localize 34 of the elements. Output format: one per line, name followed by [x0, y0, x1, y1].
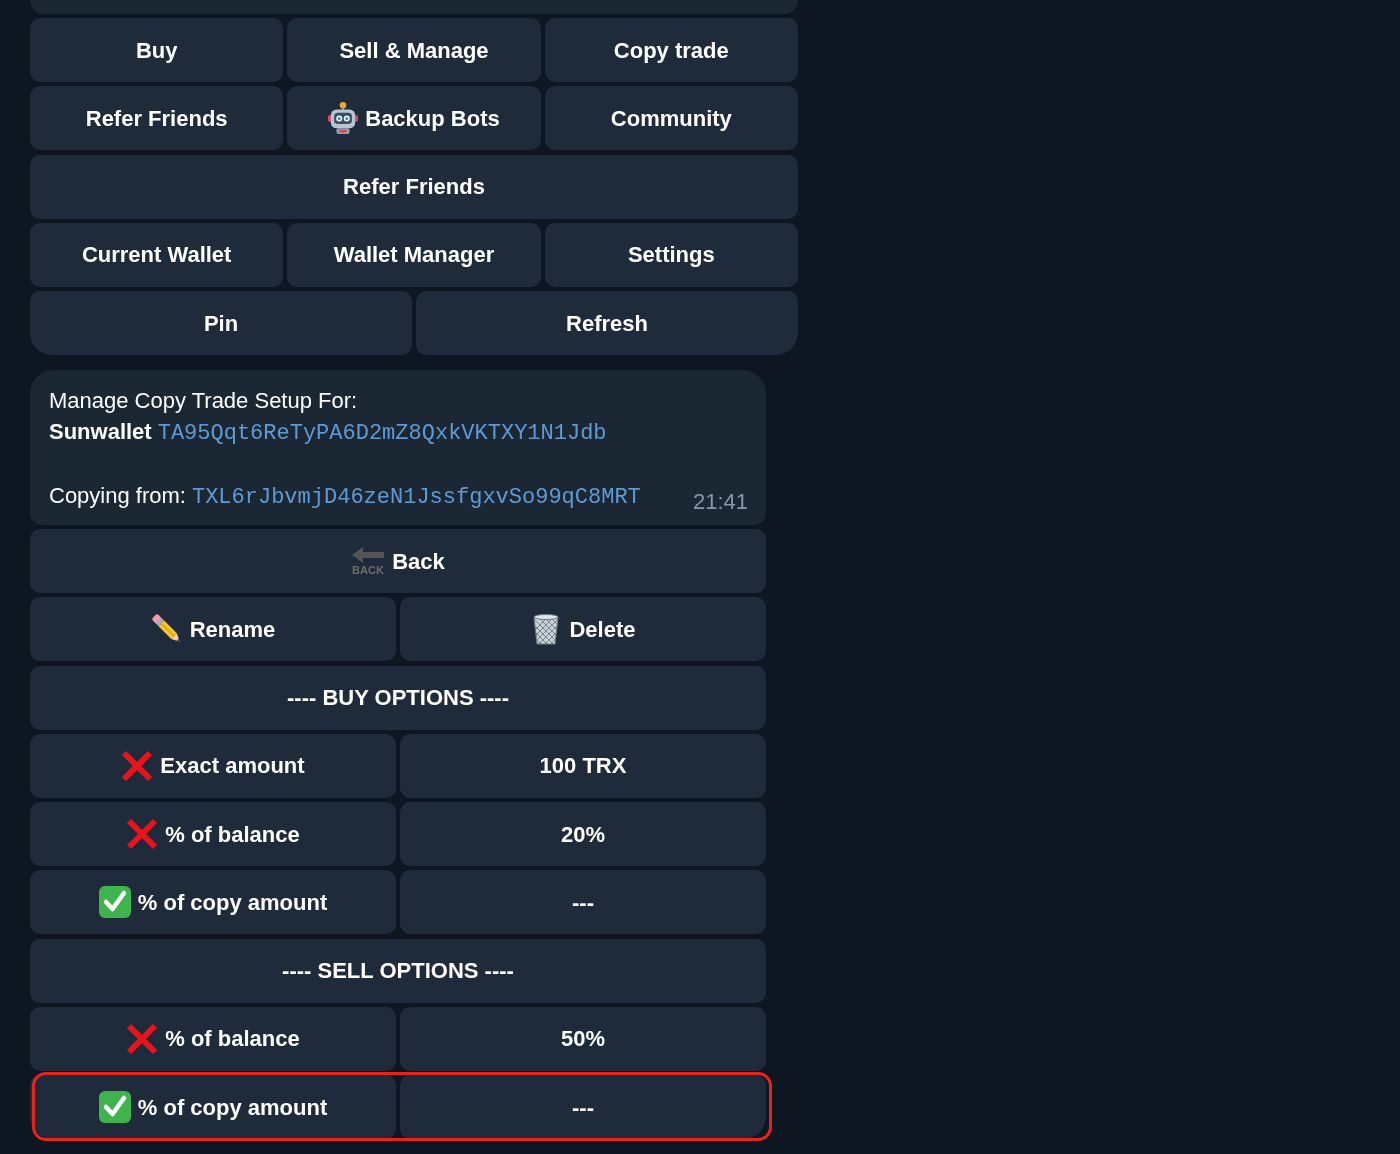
- option-value-button[interactable]: 100 TRX: [400, 733, 766, 798]
- option-toggle-button[interactable]: % of copy amount: [30, 870, 396, 935]
- wallet-address: TA95Qqt6ReTyPA6D2mZ8QxkVKTXY1N1Jdb: [157, 420, 607, 448]
- menu-button[interactable]: Settings: [544, 222, 798, 287]
- option-toggle-button[interactable]: % of copy amount: [30, 1075, 396, 1139]
- delete-button[interactable]: Delete: [400, 597, 766, 662]
- menu-button[interactable]: Sell & Manage: [287, 18, 541, 82]
- option-toggle-button[interactable]: % of balance: [30, 802, 396, 866]
- message-text: Manage Copy Trade Setup For:: [49, 387, 358, 415]
- wallet-name: Sunwallet: [49, 418, 152, 446]
- option-toggle-button[interactable]: % of balance: [30, 1006, 396, 1071]
- menu-button[interactable]: Refer Friends: [30, 86, 284, 151]
- rename-button[interactable]: Rename: [30, 597, 396, 662]
- message-time: 21:41: [692, 489, 748, 515]
- menu-button[interactable]: Wallet Manager: [287, 222, 541, 287]
- menu-button[interactable]: Buy: [30, 18, 284, 82]
- section-header-button[interactable]: ---- SELL OPTIONS ----: [30, 938, 766, 1003]
- copying-address: TXL6rJbvmjD46zeN1JssfgxvSo99qC8MRT: [191, 484, 641, 512]
- copying-label: Copying from:: [49, 482, 186, 510]
- menu-button[interactable]: Current Wallet: [30, 222, 284, 287]
- option-value-button[interactable]: ---: [400, 1075, 766, 1139]
- menu-button[interactable]: Backup Bots: [287, 86, 541, 151]
- option-value-button[interactable]: ---: [400, 870, 766, 935]
- option-value-button[interactable]: 20%: [400, 802, 766, 866]
- menu-button[interactable]: Copy trade: [544, 18, 798, 82]
- robot-icon: [328, 102, 359, 135]
- menu-button[interactable]: Refresh: [416, 291, 798, 355]
- option-value-button[interactable]: 50%: [400, 1006, 766, 1071]
- menu-button[interactable]: Pin: [30, 291, 412, 355]
- option-toggle-button[interactable]: Exact amount: [30, 733, 396, 798]
- menu-button[interactable]: Community: [544, 86, 798, 151]
- section-header-button[interactable]: ---- BUY OPTIONS ----: [30, 665, 766, 730]
- menu-button[interactable]: Refer Friends: [30, 154, 798, 219]
- back-button[interactable]: BACK Back: [30, 529, 766, 593]
